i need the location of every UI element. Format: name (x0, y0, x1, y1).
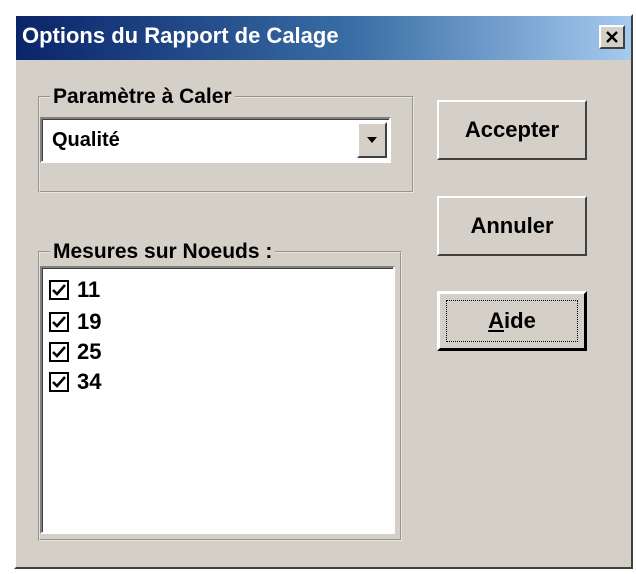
check-icon (52, 284, 66, 296)
node-checkbox[interactable] (49, 280, 69, 300)
list-item[interactable]: 19 (49, 308, 101, 336)
list-item[interactable]: 11 (49, 276, 100, 304)
accept-button[interactable]: Accepter (437, 100, 587, 160)
node-checkbox[interactable] (49, 312, 69, 332)
parameter-select-value: Qualité (52, 129, 120, 151)
node-label: 11 (77, 277, 101, 302)
close-icon (605, 31, 619, 43)
node-checkbox[interactable] (49, 372, 69, 392)
check-icon (52, 346, 66, 358)
help-button[interactable]: Aide (437, 291, 587, 351)
parameter-dropdown-button[interactable] (357, 122, 387, 158)
parameter-select[interactable]: Qualité (40, 117, 391, 163)
node-checkbox[interactable] (49, 342, 69, 362)
node-label: 34 (77, 369, 102, 394)
window-title: Options du Rapport de Calage (22, 23, 339, 48)
cancel-button-label: Annuler (470, 213, 554, 238)
close-button[interactable] (599, 25, 625, 49)
chevron-down-icon (366, 136, 378, 144)
focus-rect (446, 300, 578, 342)
accept-button-label: Accepter (464, 117, 560, 142)
check-icon (52, 316, 66, 328)
list-item[interactable]: 34 (49, 368, 101, 396)
check-icon (52, 376, 66, 388)
node-label: 19 (77, 309, 102, 334)
nodes-listbox[interactable]: 11 19 25 34 (40, 266, 395, 534)
list-item[interactable]: 25 (49, 338, 101, 366)
cancel-button[interactable]: Annuler (437, 196, 587, 256)
nodes-group-label: Mesures sur Noeuds : (50, 240, 276, 264)
title-bar[interactable]: Options du Rapport de Calage (16, 16, 631, 60)
parameter-group-label: Paramètre à Caler (50, 85, 235, 109)
node-label: 25 (77, 339, 102, 364)
